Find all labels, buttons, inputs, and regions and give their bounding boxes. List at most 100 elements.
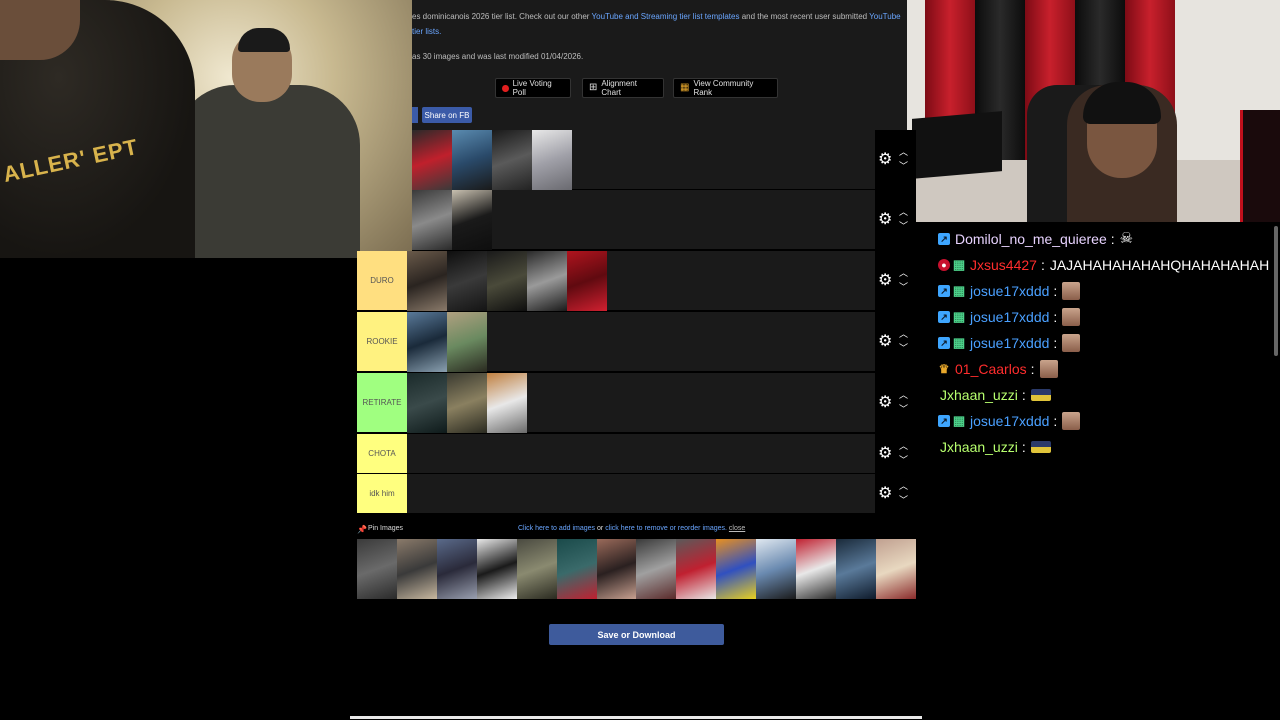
chat-username[interactable]: Domilol_no_me_quieree: [955, 231, 1107, 247]
tier-image[interactable]: [407, 373, 447, 433]
pool-image[interactable]: [476, 539, 517, 599]
tier-image[interactable]: [412, 130, 452, 190]
share-fb-button[interactable]: Share on FB: [422, 107, 472, 123]
chat-username[interactable]: josue17xddd: [970, 413, 1049, 429]
gear-icon[interactable]: ⚙: [878, 333, 892, 350]
car-emote-icon: [1030, 389, 1051, 401]
chevron-down-icon[interactable]: ﹀: [899, 496, 908, 505]
pin-images-button[interactable]: Pin Images: [368, 525, 403, 532]
prime-badge-icon: ↗: [938, 415, 950, 427]
tier-image[interactable]: [452, 190, 492, 250]
tier-row-chota: CHOTA ⚙ ︿ ﹀: [357, 434, 916, 474]
tier-controls: ⚙ ︿ ﹀: [875, 312, 916, 371]
pool-image[interactable]: [436, 539, 477, 599]
tier-image[interactable]: [532, 130, 572, 190]
tier-image[interactable]: [447, 373, 487, 433]
chat-message: ● ▦ Jxsus4427: JAJAHAHAHAHAHQHAHAHAHAH: [938, 252, 1280, 278]
tier-label[interactable]: RETIRATE: [357, 373, 407, 432]
tier-image[interactable]: [492, 130, 532, 190]
tier-controls: ⚙ ︿ ﹀: [875, 130, 916, 189]
chat-message: Jxhaan_uzzi:: [938, 382, 1280, 408]
tier-label[interactable]: DURO: [357, 251, 407, 310]
pool-image[interactable]: [636, 539, 677, 599]
tier-image[interactable]: [452, 130, 492, 190]
chevron-up-icon[interactable]: ︿: [899, 482, 908, 491]
person-background: [175, 85, 360, 258]
image-actions: Click here to add images or click here t…: [518, 525, 745, 532]
tier-image[interactable]: [447, 251, 487, 311]
chevron-down-icon[interactable]: ﹀: [899, 162, 908, 171]
tier-label[interactable]: CHOTA: [357, 434, 407, 473]
pool-image[interactable]: [396, 539, 437, 599]
chevron-up-icon[interactable]: ︿: [899, 269, 908, 278]
tier-image[interactable]: [487, 251, 527, 311]
crown-badge-icon: ♛: [938, 362, 950, 376]
chevron-up-icon[interactable]: ︿: [899, 330, 908, 339]
save-download-button[interactable]: Save or Download: [549, 624, 724, 645]
tier-image[interactable]: [407, 312, 447, 372]
chat-username[interactable]: Jxhaan_uzzi: [940, 439, 1018, 455]
pool-image[interactable]: [796, 539, 837, 599]
chat-username[interactable]: Jxsus4427: [970, 257, 1037, 273]
chat-username[interactable]: Jxhaan_uzzi: [940, 387, 1018, 403]
add-images-link[interactable]: Click here to add images: [518, 525, 595, 532]
pool-image[interactable]: [676, 539, 717, 599]
pool-image[interactable]: [875, 539, 916, 599]
youtube-link[interactable]: YouTube: [869, 12, 900, 21]
chat-message: ↗ ▦ josue17xddd:: [938, 330, 1280, 356]
alignment-chart-button[interactable]: ⊞ Alignment Chart: [582, 78, 664, 98]
tier-image[interactable]: [527, 251, 567, 311]
tier-controls: ⚙ ︿ ﹀: [875, 474, 916, 513]
remove-images-link[interactable]: click here to remove or reorder images.: [605, 525, 727, 532]
chevron-up-icon[interactable]: ︿: [899, 208, 908, 217]
chat-username[interactable]: josue17xddd: [970, 309, 1049, 325]
pool-image[interactable]: [716, 539, 757, 599]
chevron-up-icon[interactable]: ︿: [899, 391, 908, 400]
chevron-down-icon[interactable]: ﹀: [899, 344, 908, 353]
live-voting-label: Live Voting Poll: [512, 79, 552, 97]
community-rank-button[interactable]: ▦ View Community Rank: [673, 78, 778, 98]
tier-controls: ⚙ ︿ ﹀: [875, 434, 916, 473]
tier-image[interactable]: [447, 312, 487, 372]
tier-image[interactable]: [487, 373, 527, 433]
gear-icon[interactable]: ⚙: [878, 485, 892, 502]
chevron-down-icon[interactable]: ﹀: [899, 456, 908, 465]
face-emote-icon: [1062, 308, 1081, 326]
chevron-down-icon[interactable]: ﹀: [899, 405, 908, 414]
tier-label[interactable]: idk him: [357, 474, 407, 513]
pool-image[interactable]: [357, 539, 397, 599]
chevron-down-icon[interactable]: ﹀: [899, 283, 908, 292]
tier-lists-link[interactable]: tier lists.: [412, 27, 441, 36]
pool-image[interactable]: [516, 539, 557, 599]
scrollbar-bottom[interactable]: [350, 716, 922, 719]
chat-username[interactable]: josue17xddd: [970, 335, 1049, 351]
share-twitter-button[interactable]: [412, 107, 418, 123]
chevron-up-icon[interactable]: ︿: [899, 148, 908, 157]
gear-icon[interactable]: ⚙: [878, 211, 892, 228]
chevron-down-icon[interactable]: ﹀: [899, 222, 908, 231]
templates-link[interactable]: YouTube and Streaming tier list template…: [592, 12, 740, 21]
tier-image[interactable]: [567, 251, 607, 311]
gear-icon[interactable]: ⚙: [878, 394, 892, 411]
chat-username[interactable]: josue17xddd: [970, 283, 1049, 299]
gear-icon[interactable]: ⚙: [878, 151, 892, 168]
tier-images: [407, 251, 607, 311]
tier-image[interactable]: [407, 251, 447, 311]
chat-scrollbar[interactable]: [1274, 226, 1278, 356]
pool-image[interactable]: [756, 539, 797, 599]
pool-image[interactable]: [596, 539, 637, 599]
gear-icon[interactable]: ⚙: [878, 445, 892, 462]
face-emote-icon: [1039, 360, 1058, 378]
gear-icon[interactable]: ⚙: [878, 272, 892, 289]
chat-username[interactable]: 01_Caarlos: [955, 361, 1027, 377]
live-voting-button[interactable]: Live Voting Poll: [495, 78, 571, 98]
chevron-up-icon[interactable]: ︿: [899, 442, 908, 451]
pool-image[interactable]: [556, 539, 597, 599]
tier-image[interactable]: [412, 190, 452, 250]
close-link[interactable]: close: [729, 525, 745, 532]
pool-image[interactable]: [836, 539, 876, 599]
prime-badge-icon: ↗: [938, 233, 950, 245]
prime-badge-icon: ↗: [938, 337, 950, 349]
chat-message: ↗ ▦ josue17xddd:: [938, 304, 1280, 330]
tier-label[interactable]: ROOKIE: [357, 312, 407, 371]
